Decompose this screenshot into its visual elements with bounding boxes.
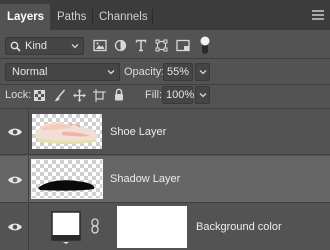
layer-name[interactable]: Shoe Layer bbox=[110, 125, 166, 139]
image-filter-icon[interactable] bbox=[93, 39, 107, 52]
layers-panel: Layers Paths Channels Kind Normal Opacit… bbox=[0, 0, 330, 250]
tab-layers[interactable]: Layers bbox=[0, 4, 50, 30]
opacity-slider-toggle[interactable] bbox=[195, 63, 210, 81]
mask-link-icon[interactable] bbox=[90, 218, 100, 234]
fill-label: Fill: bbox=[145, 89, 163, 101]
lock-artboard-icon[interactable] bbox=[93, 89, 106, 102]
panel-tab-bar: Layers Paths Channels bbox=[0, 0, 330, 30]
filter-kind-label: Kind bbox=[25, 40, 48, 52]
lock-position-icon[interactable] bbox=[73, 89, 86, 102]
shoe-image bbox=[35, 122, 98, 145]
fill-slider-toggle[interactable] bbox=[195, 86, 210, 104]
layer-name[interactable]: Background color bbox=[196, 220, 282, 234]
eye-icon[interactable] bbox=[7, 175, 23, 185]
divider bbox=[0, 58, 330, 59]
divider bbox=[0, 84, 330, 85]
lock-transparent-pixels-icon[interactable] bbox=[34, 90, 45, 101]
layer-row-shadow[interactable]: Shadow Layer bbox=[0, 156, 330, 203]
filter-kind-dropdown[interactable]: Kind bbox=[5, 37, 84, 55]
chevron-down-icon bbox=[199, 70, 207, 75]
panel-menu-icon[interactable] bbox=[312, 10, 324, 20]
layer-thumbnail[interactable] bbox=[32, 114, 102, 149]
eye-icon[interactable] bbox=[7, 127, 23, 137]
fill-adjustment-icon[interactable] bbox=[51, 211, 81, 244]
opacity-value: 55% bbox=[167, 66, 190, 78]
fill-value: 100% bbox=[166, 89, 195, 101]
blend-mode-dropdown[interactable]: Normal bbox=[5, 63, 120, 81]
layer-thumbnail-selected[interactable] bbox=[31, 159, 103, 199]
layer-row-shoe[interactable]: Shoe Layer bbox=[0, 109, 330, 155]
opacity-label: Opacity: bbox=[124, 66, 165, 78]
lock-image-pixels-icon[interactable] bbox=[54, 89, 66, 102]
chevron-down-icon bbox=[107, 70, 115, 75]
visibility-column-divider bbox=[28, 156, 29, 203]
layer-row-background-color[interactable]: Background color bbox=[0, 204, 330, 250]
layer-mask-thumbnail[interactable] bbox=[117, 206, 187, 248]
shape-filter-icon[interactable] bbox=[155, 39, 168, 52]
layer-name[interactable]: Shadow Layer bbox=[110, 172, 180, 186]
visibility-column-divider bbox=[28, 204, 29, 250]
chevron-down-icon bbox=[199, 93, 207, 98]
fill-field[interactable]: 100% bbox=[162, 86, 195, 104]
type-filter-icon[interactable] bbox=[135, 39, 147, 52]
smart-object-filter-icon[interactable] bbox=[176, 39, 190, 52]
visibility-column-divider bbox=[28, 109, 29, 155]
chevron-down-icon bbox=[71, 44, 79, 49]
tab-channels[interactable]: Channels bbox=[92, 4, 152, 30]
opacity-field[interactable]: 55% bbox=[163, 63, 193, 81]
blend-mode-value: Normal bbox=[12, 66, 48, 78]
search-icon bbox=[10, 41, 21, 52]
lock-all-icon[interactable] bbox=[114, 88, 124, 101]
tab-divider bbox=[152, 9, 153, 24]
shadow-image bbox=[38, 180, 95, 191]
filter-toggle-icon[interactable] bbox=[199, 35, 211, 55]
lock-label: Lock: bbox=[5, 89, 32, 101]
eye-icon[interactable] bbox=[7, 222, 23, 232]
adjustment-filter-icon[interactable] bbox=[114, 39, 127, 52]
tab-paths[interactable]: Paths bbox=[50, 4, 92, 30]
